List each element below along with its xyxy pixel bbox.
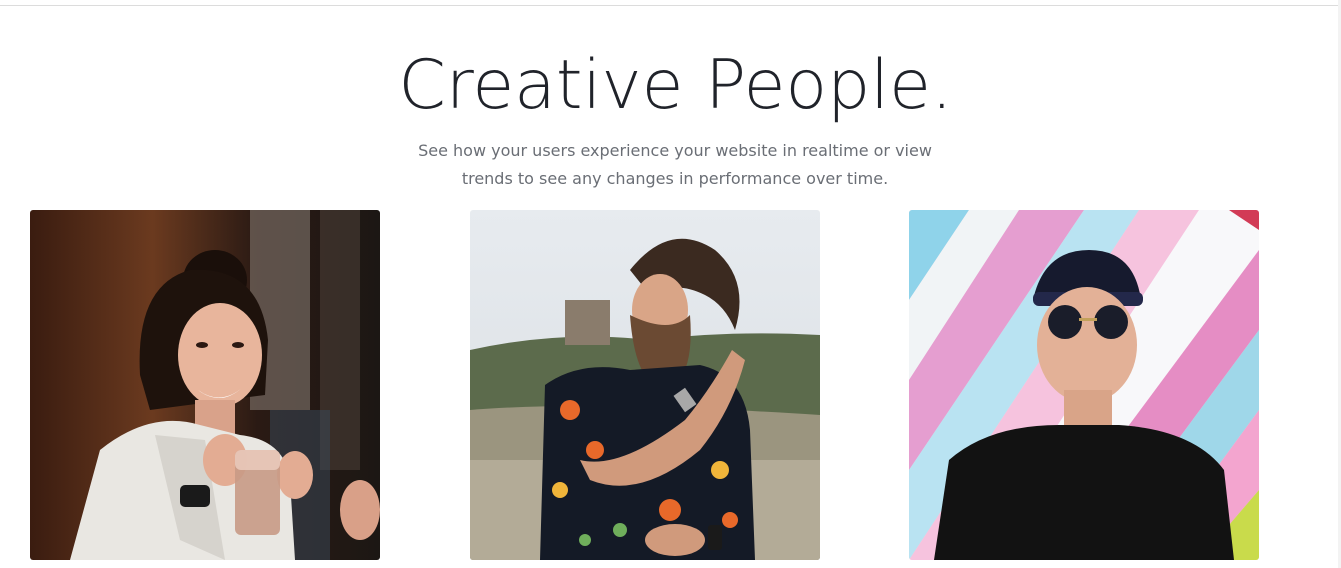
creative-people-section: Creative People. See how your users expe… [0,0,1341,568]
woman-with-coffee-photo [30,210,380,560]
section-subtitle: See how your users experience your websi… [410,137,940,193]
subtitle-line-1: See how your users experience your websi… [418,141,932,160]
section-title: Creative People. [398,46,953,125]
bearded-man-floral-shirt-photo [470,210,820,560]
subtitle-line-2: trends to see any changes in performance… [461,169,889,188]
person-card-2[interactable] [470,210,820,560]
man-with-cap-sunglasses-photo [909,210,1259,560]
person-card-1[interactable] [30,210,380,560]
person-card-3[interactable] [909,210,1259,560]
